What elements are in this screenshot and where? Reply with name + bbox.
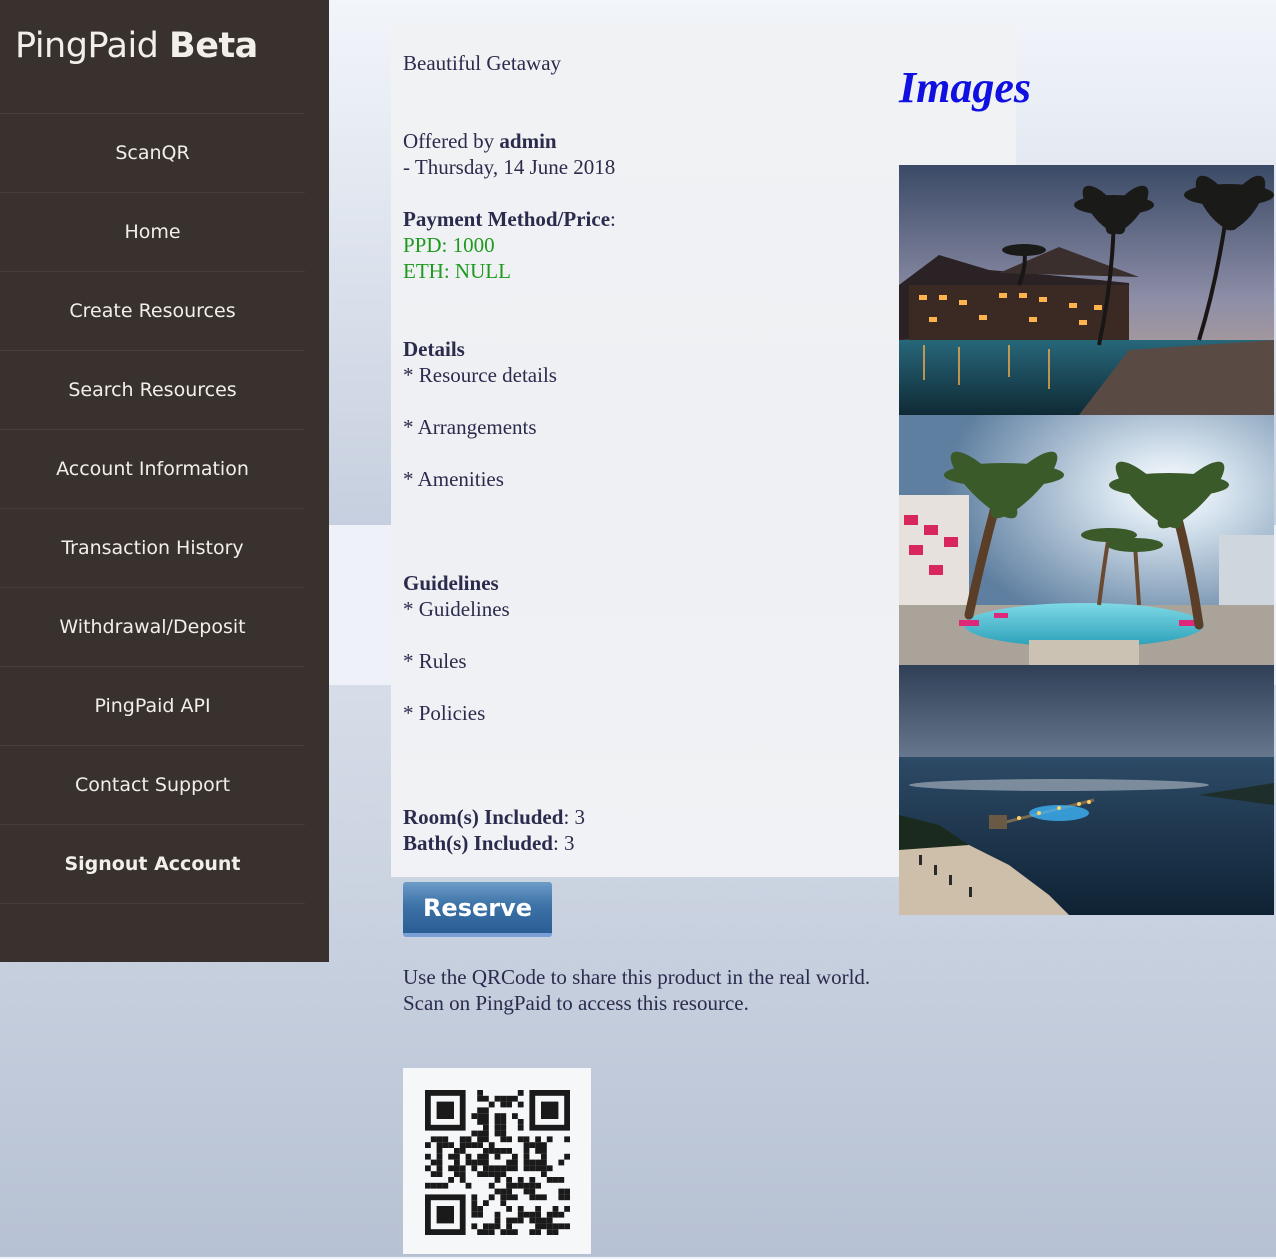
guidelines-heading: Guidelines: [403, 570, 499, 596]
rooms-included: Room(s) Included: 3: [403, 804, 585, 830]
sidebar-item-home[interactable]: Home: [0, 192, 305, 271]
guidelines-heading-text: Guidelines: [403, 571, 499, 595]
brand-name: PingPaid: [15, 26, 159, 66]
sidebar-item-create-resources[interactable]: Create Resources: [0, 271, 305, 350]
sidebar: PingPaid Beta ScanQR Home Create Resourc…: [0, 0, 329, 962]
sidebar-item-transaction-history[interactable]: Transaction History: [0, 508, 305, 587]
price-ppd: PPD: 1000: [403, 233, 495, 257]
resort-night-photo[interactable]: [899, 165, 1274, 415]
rooms-value: : 3: [563, 805, 586, 829]
brand-logo[interactable]: PingPaid Beta: [15, 26, 258, 66]
reserve-button[interactable]: Reserve: [403, 882, 552, 937]
guidelines-item: * Guidelines: [403, 597, 510, 621]
qr-code-image: [425, 1090, 570, 1235]
rooms-label: Room(s) Included: [403, 805, 564, 829]
images-heading: Images: [899, 63, 1031, 112]
ocean-pier-image: [899, 665, 1274, 915]
details-item: * Resource details: [403, 363, 557, 387]
sidebar-item-account-information[interactable]: Account Information: [0, 429, 305, 508]
qr-instructions-line1: Use the QRCode to share this product in …: [403, 965, 871, 989]
guidelines-item: * Rules: [403, 649, 467, 673]
resource-title: Beautiful Getaway: [403, 51, 562, 75]
guidelines-item: * Policies: [403, 701, 486, 725]
sidebar-item-pingpaid-api[interactable]: PingPaid API: [0, 666, 305, 745]
payment-method-colon: :: [610, 207, 616, 231]
price-eth: ETH: NULL: [403, 259, 511, 283]
details-heading: Details: [403, 336, 465, 362]
details-item: * Arrangements: [403, 415, 537, 439]
baths-value: : 3: [552, 831, 575, 855]
payment-method-label: Payment Method/Price: [403, 207, 611, 231]
resort-pool-image: [899, 415, 1274, 665]
sidebar-item-search-resources[interactable]: Search Resources: [0, 350, 305, 429]
resort-night-image: [899, 165, 1274, 415]
sidebar-item-contact-support[interactable]: Contact Support: [0, 745, 305, 824]
offered-by-line: Offered by admin: [403, 128, 557, 154]
offered-by-prefix: Offered by: [403, 129, 495, 153]
offered-date: - Thursday, 14 June 2018: [403, 155, 616, 179]
brand-badge: Beta: [169, 26, 258, 66]
payment-method-line: Payment Method/Price:: [403, 206, 616, 232]
ocean-pier-photo[interactable]: [899, 665, 1274, 915]
qr-instructions-line2: Scan on PingPaid to access this resource…: [403, 991, 749, 1015]
offered-by-user[interactable]: admin: [499, 129, 556, 153]
resort-pool-palms-photo[interactable]: [899, 415, 1274, 665]
sidebar-item-scanqr[interactable]: ScanQR: [0, 113, 305, 192]
sidebar-item-signout[interactable]: Signout Account: [0, 824, 305, 904]
baths-label: Bath(s) Included: [403, 831, 553, 855]
sidebar-item-withdrawal-deposit[interactable]: Withdrawal/Deposit: [0, 587, 305, 666]
sidebar-nav: ScanQR Home Create Resources Search Reso…: [0, 113, 305, 904]
details-heading-text: Details: [403, 337, 465, 361]
baths-included: Bath(s) Included: 3: [403, 830, 575, 856]
qr-code: [403, 1068, 591, 1254]
details-item: * Amenities: [403, 467, 504, 491]
